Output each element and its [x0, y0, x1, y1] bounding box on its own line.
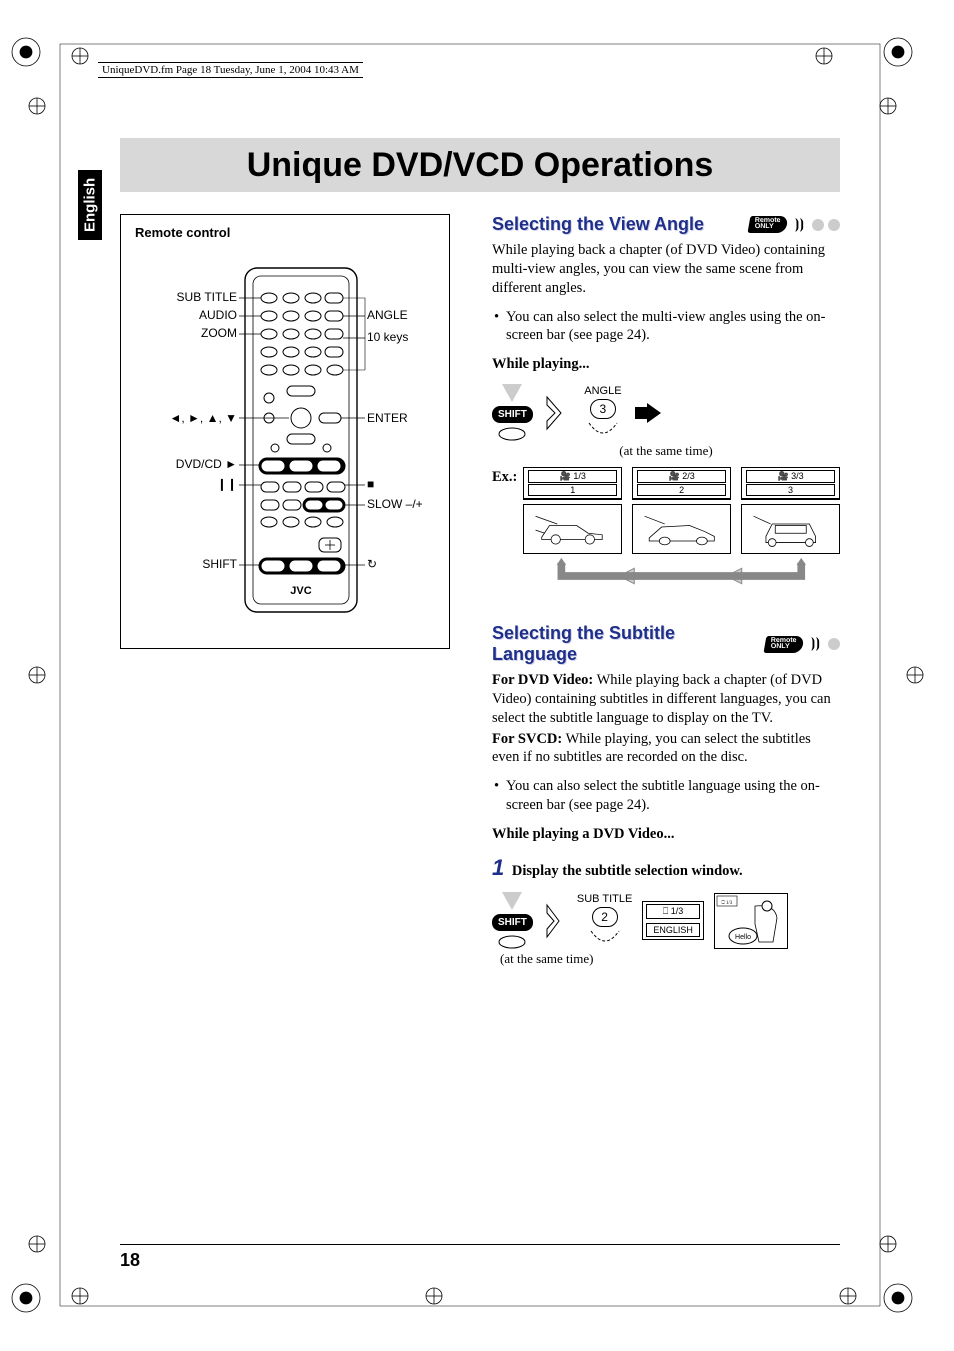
press-arrow-icon: [543, 901, 567, 941]
svg-text:ENTER: ENTER: [367, 411, 408, 425]
page-title: Unique DVD/VCD Operations: [120, 138, 840, 192]
page-bottom-rule: [120, 1244, 840, 1245]
svg-text:SLOW –/+: SLOW –/+: [367, 497, 423, 511]
subtitle-button-2: 2: [592, 907, 618, 927]
tv-scene: ⎕ 1/3 Hello: [714, 893, 788, 949]
angle-flow-arrows: [523, 558, 840, 594]
svg-text:■: ■: [367, 477, 374, 491]
angle-label: ANGLE: [584, 385, 621, 397]
press-arrow-icon: [543, 393, 573, 433]
section1-button-illustration: SHIFT ANGLE 3: [492, 384, 840, 441]
svg-text:ZOOM: ZOOM: [201, 326, 237, 340]
angle-row-cars: [523, 504, 840, 554]
step1: 1 Display the subtitle selection window.: [492, 854, 840, 883]
section1-title: Selecting the View Angle: [492, 214, 741, 235]
right-arrow-icon: [633, 401, 663, 425]
remote-svg: JVC SUB TITLE AUDIO ZOOM ◄, ►, ▲, ▼ DVD/…: [135, 258, 435, 638]
svg-text:↻: ↻: [367, 557, 377, 571]
car-front-icon: [752, 510, 830, 549]
shift-button: SHIFT: [492, 914, 533, 931]
down-arrow-icon: [502, 384, 522, 402]
subtitle-osd: ⎕ 1/3 ENGLISH: [642, 901, 704, 940]
sound-icon: ⦘⦘: [811, 636, 820, 652]
color-dots: [812, 219, 840, 231]
angle-button-3: 3: [590, 399, 616, 419]
angle-row-heads: 🎥 1/31 🎥 2/32 🎥 3/33: [523, 467, 840, 500]
ex-label: Ex.:: [492, 469, 517, 486]
remote-only-badge: RemoteONLY: [748, 216, 789, 233]
section2-para1: For DVD Video: While playing back a chap…: [492, 671, 840, 728]
car-side-icon: [534, 510, 612, 549]
sound-icon: ⦘⦘: [795, 217, 804, 233]
svg-text:◄, ►, ▲, ▼: ◄, ►, ▲, ▼: [169, 411, 237, 425]
svg-text:DVD/CD ►: DVD/CD ►: [176, 457, 237, 471]
svg-text:❙❙: ❙❙: [217, 477, 237, 491]
down-arrow-icon: [502, 892, 522, 910]
section1-bullet: You can also select the multi-view angle…: [492, 308, 840, 346]
car-angle-icon: [643, 510, 721, 549]
svg-text:⎕ 1/3: ⎕ 1/3: [722, 900, 733, 906]
svg-text:10 keys: 10 keys: [367, 330, 408, 344]
svg-text:SUB TITLE: SUB TITLE: [177, 290, 237, 304]
section2-title: Selecting the Subtitle Language: [492, 623, 757, 665]
section2-bullet: You can also select the subtitle languag…: [492, 777, 840, 815]
remote-title: Remote control: [135, 225, 435, 240]
section2-button-illustration: SHIFT SUB TITLE 2 ⎕ 1/3 ENGLISH ⎕ 1/3: [492, 892, 840, 949]
subtitle-label: SUB TITLE: [577, 893, 632, 905]
section2-para2: For SVCD: While playing, you can select …: [492, 730, 840, 768]
same-time-caption: (at the same time): [492, 443, 840, 459]
remote-control-diagram: Remote control: [120, 214, 450, 649]
svg-text:Hello: Hello: [735, 934, 751, 941]
same-time-caption-2: (at the same time): [500, 951, 840, 967]
section2-header: Selecting the Subtitle Language RemoteON…: [492, 623, 840, 665]
section1-para: While playing back a chapter (of DVD Vid…: [492, 241, 840, 298]
section1-subhead: While playing...: [492, 355, 840, 374]
color-dots: [828, 638, 840, 650]
svg-text:AUDIO: AUDIO: [199, 308, 237, 322]
page-number: 18: [120, 1250, 140, 1271]
svg-text:ANGLE: ANGLE: [367, 308, 408, 322]
svg-text:SHIFT: SHIFT: [202, 557, 237, 571]
svg-text:JVC: JVC: [290, 585, 311, 597]
section1-header: Selecting the View Angle RemoteONLY ⦘⦘: [492, 214, 840, 235]
section2-subhead: While playing a DVD Video...: [492, 825, 840, 844]
shift-button: SHIFT: [492, 406, 533, 423]
document-header: UniqueDVD.fm Page 18 Tuesday, June 1, 20…: [98, 62, 363, 78]
language-tab: English: [78, 170, 102, 240]
remote-only-badge: RemoteONLY: [764, 636, 805, 653]
